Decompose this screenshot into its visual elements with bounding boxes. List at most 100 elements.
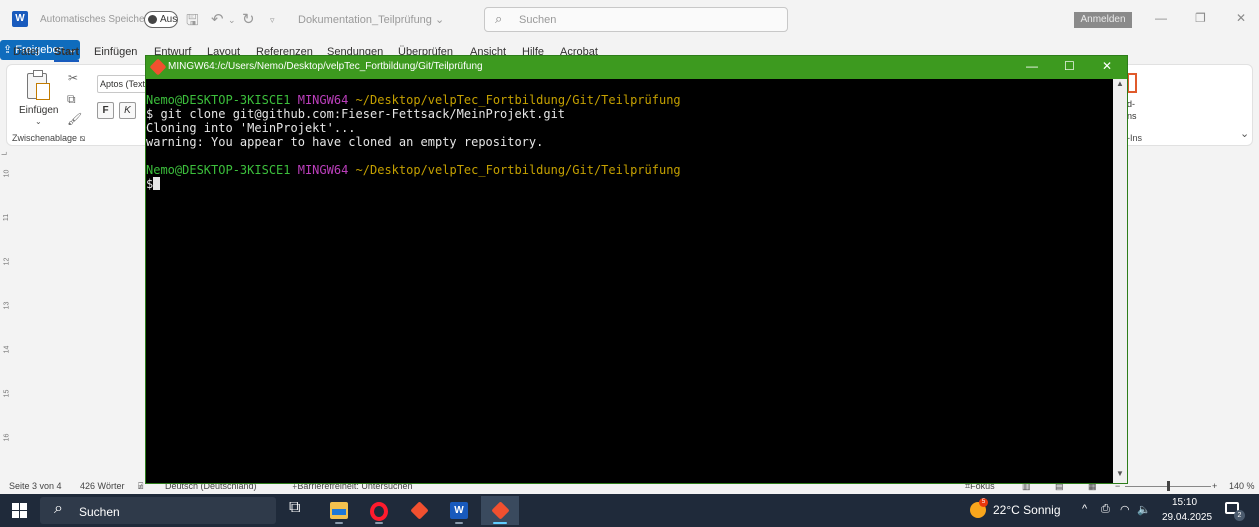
tray-overflow-icon[interactable]: ^ xyxy=(1082,503,1087,515)
italic-button[interactable]: K xyxy=(119,102,136,119)
device-icon[interactable]: ⎙ xyxy=(1101,503,1110,516)
ribbon-collapse-icon[interactable]: ⌄ xyxy=(1240,127,1249,140)
terminal-output[interactable]: Nemo@DESKTOP-3KISCE1 MINGW64 ~/Desktop/v… xyxy=(146,79,1113,483)
prompt-env: MINGW64 xyxy=(297,163,349,177)
undo-icon[interactable]: ↶ xyxy=(211,10,224,28)
terminal-command-line: $ git clone git@github.com:Fieser-Fettsa… xyxy=(146,107,566,121)
restore-icon[interactable]: ❐ xyxy=(1195,11,1206,25)
vertical-ruler: L 10 11 12 13 14 15 16 xyxy=(0,150,16,478)
git-close-icon[interactable]: ✕ xyxy=(1102,59,1112,73)
git-maximize-icon[interactable]: ☐ xyxy=(1064,59,1075,73)
running-indicator xyxy=(375,522,383,524)
word-taskbar-button[interactable]: W xyxy=(440,496,478,525)
git-bash-window[interactable]: MINGW64:/c/Users/Nemo/Desktop/velpTec_Fo… xyxy=(145,55,1128,484)
copy-icon[interactable]: ⧉ xyxy=(67,92,76,107)
scroll-up-icon[interactable]: ▲ xyxy=(1116,79,1124,88)
ruler-number: 11 xyxy=(3,213,11,222)
autosave-toggle[interactable]: Aus xyxy=(144,11,178,28)
paste-label: Einfügen xyxy=(19,105,59,116)
file-explorer-button[interactable] xyxy=(320,496,358,525)
clock-date[interactable]: 29.04.2025 xyxy=(1162,512,1212,523)
proofing-icon[interactable]: ⍯ xyxy=(138,481,143,492)
addins-label: d- xyxy=(1127,99,1136,109)
zoom-slider-thumb[interactable] xyxy=(1167,481,1170,491)
word-titlebar: W Automatisches Speichern Aus 🖫 ↶ ⌄ ↻ ▿ … xyxy=(0,0,1259,40)
search-placeholder: Suchen xyxy=(519,14,557,26)
autosave-label: Automatisches Speichern xyxy=(40,14,154,25)
opera-icon xyxy=(370,502,388,521)
terminal-prompt-line: Nemo@DESKTOP-3KISCE1 MINGW64 ~/Desktop/v… xyxy=(146,163,1113,177)
word-icon: W xyxy=(450,502,468,519)
word-count[interactable]: 426 Wörter xyxy=(80,481,125,491)
tab-datei[interactable]: Datei xyxy=(13,46,39,58)
taskview-icon: ⧉ xyxy=(289,499,301,516)
git-minimize-icon[interactable]: — xyxy=(1026,59,1038,73)
terminal-warning-line: warning: You appear to have cloned an em… xyxy=(146,135,544,149)
format-painter-icon[interactable]: 🖌 xyxy=(67,112,82,126)
signin-button[interactable]: Anmelden xyxy=(1074,12,1132,28)
ruler-number: 10 xyxy=(3,169,11,178)
document-title[interactable]: Dokumentation_Teilprüfung ⌄ xyxy=(298,13,444,26)
active-indicator xyxy=(493,522,507,524)
clock-time[interactable]: 15:10 xyxy=(1172,497,1197,508)
wifi-icon[interactable]: ◠ xyxy=(1120,503,1130,516)
customize-qat-icon[interactable]: ▿ xyxy=(270,15,275,26)
paste-button[interactable]: Einfügen ⌄ xyxy=(13,70,63,131)
clipboard-group-text: Zwischenablage xyxy=(12,133,78,143)
minimize-icon[interactable]: — xyxy=(1155,11,1167,25)
opera-button[interactable] xyxy=(360,496,398,525)
zoom-level[interactable]: 140 % xyxy=(1229,481,1255,491)
clipboard-icon xyxy=(27,70,50,100)
ruler-number: 15 xyxy=(3,389,11,398)
git-bash-taskbar-button[interactable] xyxy=(481,496,519,525)
autosave-state: Aus xyxy=(160,14,178,25)
terminal-cursor xyxy=(153,177,161,190)
prompt-env: MINGW64 xyxy=(297,93,349,107)
addins-label-2: ns xyxy=(1127,111,1137,121)
weather-temp: 22°C xyxy=(993,503,1020,517)
page-count[interactable]: Seite 3 von 4 xyxy=(9,481,62,491)
terminal-prompt-line: Nemo@DESKTOP-3KISCE1 MINGW64 ~/Desktop/v… xyxy=(146,93,1113,107)
scroll-down-icon[interactable]: ▼ xyxy=(1116,469,1124,478)
bold-button[interactable]: F xyxy=(97,102,114,119)
tab-einfuegen[interactable]: Einfügen xyxy=(94,46,137,58)
save-icon[interactable]: 🖫 xyxy=(186,10,199,35)
search-input[interactable]: ⌕ Suchen xyxy=(484,7,788,32)
undo-dropdown-icon[interactable]: ⌄ xyxy=(228,15,236,26)
taskbar-search[interactable]: ⌕ Suchen xyxy=(40,497,276,524)
terminal-scrollbar[interactable]: ▲ ▼ xyxy=(1113,79,1127,483)
prompt-user: Nemo@DESKTOP-3KISCE1 xyxy=(146,163,291,177)
git-icon xyxy=(149,58,167,76)
toggle-knob-icon xyxy=(148,15,157,24)
zoom-in-icon[interactable]: + xyxy=(1212,481,1217,491)
chevron-down-icon: ⌄ xyxy=(35,117,42,126)
prompt-symbol: $ xyxy=(146,177,154,191)
taskview-button[interactable]: ⧉ xyxy=(278,496,316,525)
prompt-user: Nemo@DESKTOP-3KISCE1 xyxy=(146,93,291,107)
redo-icon[interactable]: ↻ xyxy=(242,10,255,28)
start-button[interactable] xyxy=(12,503,27,518)
taskbar-search-label: Suchen xyxy=(79,505,120,519)
addins-icon[interactable] xyxy=(1127,73,1137,93)
word-logo-icon: W xyxy=(12,11,28,27)
prompt-path: ~/Desktop/velpTec_Fortbildung/Git/Teilpr… xyxy=(355,93,681,107)
terminal-input-line[interactable]: $ xyxy=(146,177,1113,191)
windows-logo-icon xyxy=(20,511,27,518)
ruler-number: 13 xyxy=(3,301,11,310)
ruler-number: 16 xyxy=(3,433,11,442)
windows-logo-icon xyxy=(20,503,27,510)
ruler-number: 14 xyxy=(3,345,11,354)
weather-condition: Sonnig xyxy=(1023,503,1061,517)
git-gui-button[interactable] xyxy=(400,496,438,525)
search-icon: ⌕ xyxy=(495,11,503,26)
close-icon[interactable]: ✕ xyxy=(1236,11,1246,25)
git-titlebar[interactable]: MINGW64:/c/Users/Nemo/Desktop/velpTec_Fo… xyxy=(146,56,1127,79)
weather-badge: 5 xyxy=(979,498,988,507)
cut-icon[interactable]: ✂ xyxy=(68,71,78,85)
tab-start[interactable]: Start xyxy=(54,46,80,62)
volume-icon[interactable]: 🔈 xyxy=(1137,503,1151,516)
weather-widget[interactable]: 22°C Sonnig xyxy=(993,503,1061,517)
windows-logo-icon xyxy=(12,503,19,510)
running-indicator xyxy=(455,522,463,524)
